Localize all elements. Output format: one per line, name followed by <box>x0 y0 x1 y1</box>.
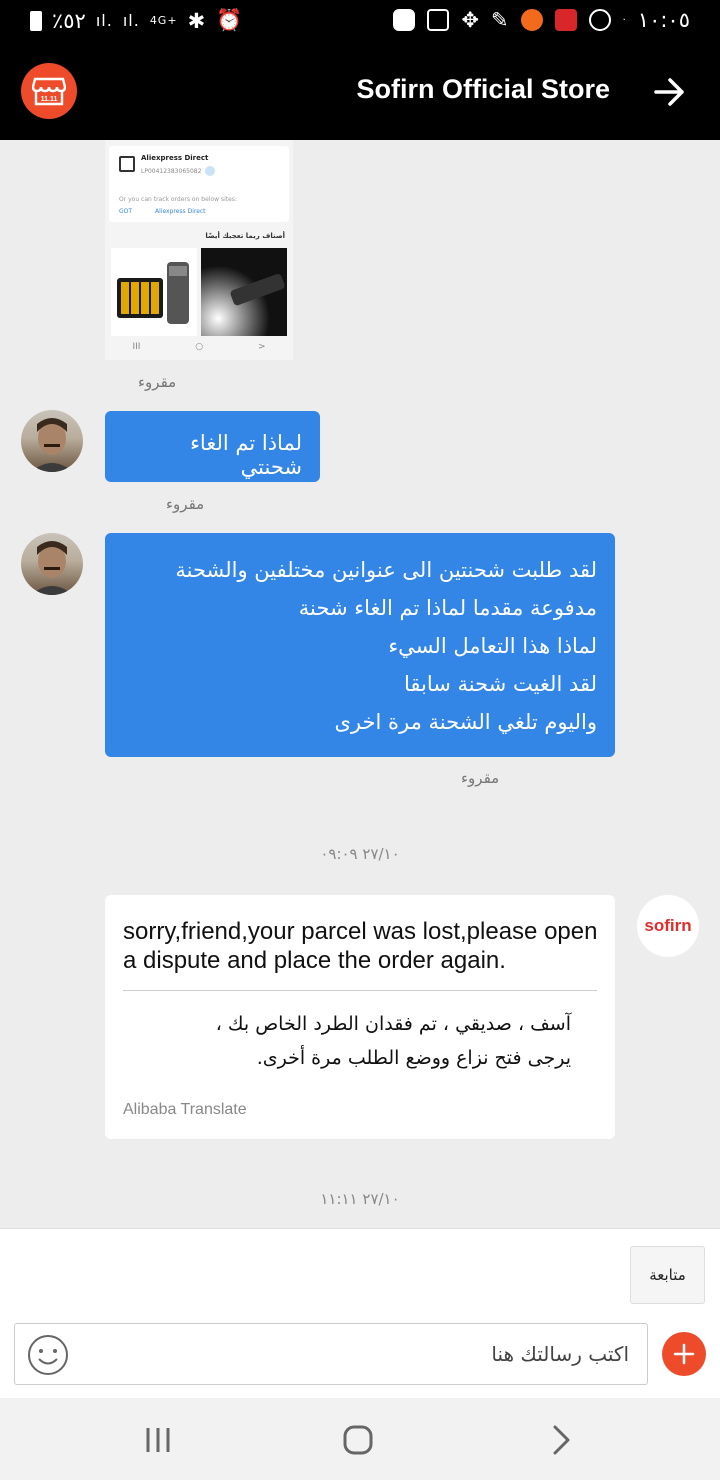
timestamp: ٢٧/١٠ ٠٩:٠٩ <box>320 845 400 863</box>
signal-icon-2: ıl. <box>122 11 140 30</box>
recommend-label: أصناف ربما تعجبك أيضًا <box>205 232 285 240</box>
status-left: ٪٥٢ ıl. ıl. 4G+ ✱ ⏰ <box>30 8 243 33</box>
user-avatar[interactable] <box>21 410 83 472</box>
tracking-box[interactable]: Aliexpress Direct LP00412383065082 Or yo… <box>109 146 289 222</box>
message-line: مدفوعة مقدما لماذا تم الغاء شحنة <box>298 596 597 620</box>
mini-recent-icon: III <box>132 342 141 352</box>
youtube-icon <box>393 9 416 31</box>
chat-header: 11.11 Sofirn Official Store <box>0 44 720 140</box>
read-receipt: مقروء <box>166 495 205 513</box>
product-thumbnail-charger[interactable] <box>111 248 197 336</box>
status-bar: ٪٥٢ ıl. ıl. 4G+ ✱ ⏰ ✥ ✎ · ١٠:٠٥ <box>0 0 720 44</box>
tracking-number: LP00412383065082 <box>141 168 202 175</box>
mi-icon <box>520 9 543 31</box>
fitness-app-icon <box>554 9 577 31</box>
svg-text:11.11: 11.11 <box>41 96 58 103</box>
timestamp: ٢٧/١٠ ١١:١١ <box>320 1190 400 1208</box>
battery-icon <box>30 10 42 31</box>
translator-label: Alibaba Translate <box>123 1101 247 1118</box>
dot-icon: · <box>622 14 626 26</box>
recent-apps-icon[interactable] <box>140 1422 176 1458</box>
shared-order-card[interactable]: Aliexpress Direct LP00412383065082 Or yo… <box>105 140 293 360</box>
battery-percent: ٪٥٢ <box>52 8 86 33</box>
store-avatar[interactable]: sofirn <box>637 895 699 957</box>
read-receipt: مقروء <box>461 769 500 787</box>
track-link-got[interactable]: GOT <box>119 208 132 215</box>
message-translation: آسف ، صديقي ، تم فقدان الطرد الخاص بك ، … <box>123 1007 571 1075</box>
track-link-aliexpress[interactable]: Aliexpress Direct <box>155 208 206 215</box>
product-thumbnail-flashlight[interactable] <box>201 248 287 336</box>
read-receipt: مقروء <box>138 373 177 391</box>
drone-icon: ✥ <box>461 8 479 32</box>
back-icon[interactable] <box>543 1422 579 1458</box>
gallery-icon <box>427 9 450 31</box>
plus-icon <box>673 1343 695 1365</box>
translation-divider <box>123 990 597 991</box>
translation-line: يرجى فتح نزاع ووضع الطلب مرة أخرى. <box>256 1047 571 1069</box>
alarm-icon: ⏰ <box>216 8 244 32</box>
store-name[interactable]: Sofirn Official Store <box>330 74 610 105</box>
bluetooth-icon: ✱ <box>187 8 207 33</box>
signal-icon: ıl. <box>95 11 113 30</box>
input-placeholder: اكتب رسالتك هنا <box>491 1342 629 1366</box>
mini-back-icon: > <box>258 342 266 352</box>
mini-navbar: III ○ > <box>105 338 293 356</box>
message-line: واليوم تلغي الشحنة مرة اخرى <box>334 710 598 734</box>
status-right: ✥ ✎ · ١٠:٠٥ <box>393 8 690 32</box>
arrow-right-icon[interactable] <box>650 72 690 112</box>
message-bubble[interactable]: لماذا تم الغاء شحنتي <box>105 411 320 482</box>
plus-button[interactable] <box>662 1332 706 1376</box>
track-hint: Or you can track orders on below sites: <box>119 196 237 203</box>
follow-button[interactable]: متابعة <box>630 1246 705 1304</box>
copy-icon[interactable] <box>205 166 215 176</box>
pen-icon: ✎ <box>491 8 509 32</box>
message-line: لقد الغيت شحنة سابقا <box>404 672 597 696</box>
lock-icon <box>588 9 611 31</box>
network-type: 4G+ <box>149 14 178 27</box>
store-message-bubble[interactable]: sorry,friend,your parcel was lost,please… <box>105 895 615 1139</box>
composer-area: متابعة اكتب رسالتك هنا <box>0 1228 720 1398</box>
translation-line: آسف ، صديقي ، تم فقدان الطرد الخاص بك ، <box>215 1013 571 1035</box>
mini-home-icon: ○ <box>195 342 204 352</box>
package-icon <box>119 156 135 172</box>
system-navbar <box>0 1398 720 1480</box>
message-line: لقد طلبت شحنتين الى عنوانين مختلفين والش… <box>175 558 597 582</box>
message-bubble[interactable]: لقد طلبت شحنتين الى عنوانين مختلفين والش… <box>105 533 615 757</box>
message-line: لماذا هذا التعامل السيء <box>388 634 597 658</box>
message-text-en: sorry,friend,your parcel was lost,please… <box>123 918 598 974</box>
user-avatar[interactable] <box>21 533 83 595</box>
store-icon[interactable]: 11.11 <box>21 63 77 119</box>
clock-time: ١٠:٠٥ <box>637 8 690 32</box>
chat-area[interactable]: Aliexpress Direct LP00412383065082 Or yo… <box>0 140 720 1228</box>
home-icon[interactable] <box>340 1422 376 1458</box>
emoji-icon[interactable] <box>27 1334 69 1376</box>
message-input[interactable]: اكتب رسالتك هنا <box>14 1323 648 1385</box>
carrier-name: Aliexpress Direct <box>141 154 209 162</box>
